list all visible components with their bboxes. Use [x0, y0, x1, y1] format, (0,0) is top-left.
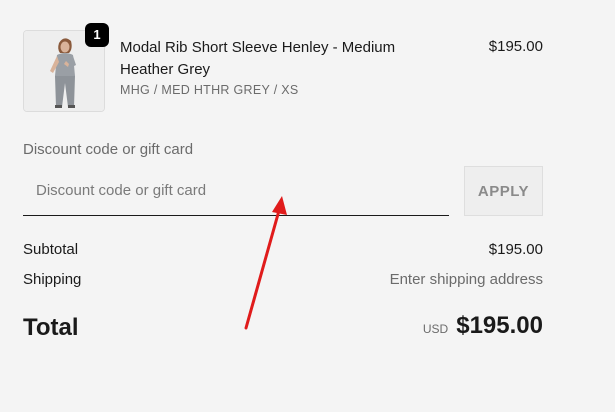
total-currency: USD: [422, 322, 449, 336]
total-row: Total USD $195.00: [23, 312, 543, 348]
product-title: Modal Rib Short Sleeve Henley - Medium H…: [120, 39, 396, 78]
total-label: Total: [23, 314, 79, 341]
total-price: USD $195.00: [423, 312, 543, 340]
discount-code-input[interactable]: [23, 166, 449, 216]
discount-label: Discount code or gift card: [23, 141, 194, 158]
shipping-value: Enter shipping address: [389, 271, 543, 288]
subtotal-row: Subtotal $195.00: [23, 239, 543, 261]
subtotal-label: Subtotal: [23, 241, 79, 258]
product-variant: MHG / MED HTHR GREY / XS: [120, 83, 299, 97]
shipping-label: Shipping: [23, 271, 82, 288]
quantity-badge: 1: [85, 23, 109, 47]
apply-discount-button[interactable]: APPLY: [464, 166, 543, 216]
product-price: $195.00: [488, 38, 543, 55]
shipping-row: Shipping Enter shipping address: [23, 269, 543, 291]
order-line-item: 1 Modal Rib Short Sleeve Henley - Medium…: [23, 23, 543, 112]
subtotal-value: $195.00: [488, 241, 543, 258]
total-amount: $195.00: [456, 312, 543, 339]
